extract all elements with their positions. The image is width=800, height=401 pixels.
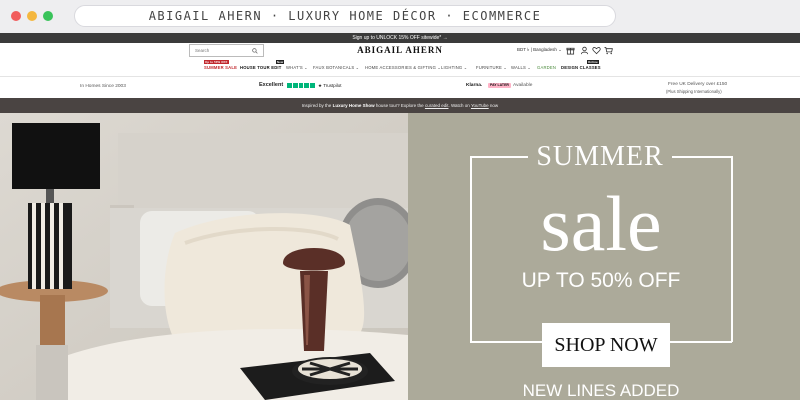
nav-item-home-accessories[interactable]: HOME ACCESSORIES & GIFTING ⌄ — [365, 65, 441, 70]
browser-chrome: ABIGAIL AHERN · LUXURY HOME DÉCOR · ECOM… — [0, 0, 800, 33]
nav-label: LIGHTING ⌄ — [441, 65, 468, 70]
cart-icon[interactable] — [604, 46, 613, 55]
nav-item-garden[interactable]: GARDEN — [537, 65, 556, 70]
youtube-link[interactable]: YouTube — [471, 103, 489, 108]
hero-subtitle: UP TO 50% OFF — [521, 269, 681, 292]
currency-selector[interactable]: BDT ৳ | Bangladesh ⌄ — [517, 47, 562, 54]
nav-item-furniture[interactable]: FURNITURE ⌄ — [476, 65, 507, 70]
nav-label: HOME ACCESSORIES & GIFTING ⌄ — [365, 65, 442, 70]
nav-label: SUMMER SALE — [204, 65, 238, 70]
shop-now-button[interactable]: SHOP NOW — [542, 323, 670, 367]
trustpilot-logo[interactable]: ★ Trustpilot — [318, 83, 342, 89]
site-logo[interactable]: ABIGAIL AHERN — [350, 45, 450, 55]
info-highlight: Luxury Home Show — [332, 103, 375, 108]
new-lines-text: NEW LINES ADDED — [522, 381, 680, 400]
info-text: Inspired by the — [301, 103, 332, 108]
main-navigation: Up to 50% OFF SUMMER SALE New HOUSE TOUR… — [0, 59, 800, 77]
search-icon[interactable] — [252, 48, 258, 54]
curated-edit-link[interactable]: curated edit — [425, 103, 449, 108]
nav-label: FAUX BOTANICALS ⌄ — [313, 65, 360, 70]
nav-item-faux-botanicals[interactable]: FAUX BOTANICALS ⌄ — [313, 65, 359, 70]
hero-photo — [0, 113, 408, 400]
in-homes-since: In Homes Since 2003 — [80, 84, 126, 89]
search-input[interactable]: Search — [189, 44, 264, 57]
address-bar[interactable]: ABIGAIL AHERN · LUXURY HOME DÉCOR · ECOM… — [74, 5, 616, 27]
nav-badge-new: New — [276, 60, 285, 64]
nav-label: WHAT'S ⌄ — [286, 65, 308, 70]
account-icon[interactable] — [580, 46, 589, 55]
nav-label: FURNITURE ⌄ — [476, 65, 508, 70]
nav-item-house-tour-edit[interactable]: New HOUSE TOUR EDIT — [240, 60, 285, 70]
delivery-info: Free UK Delivery over £150 — [668, 82, 728, 87]
info-text: house tour? Explore the — [375, 103, 424, 108]
nav-label: DESIGN CLASSES — [561, 65, 601, 70]
window-minimize-button[interactable] — [27, 11, 37, 21]
nav-item-whats[interactable]: WHAT'S ⌄ — [286, 65, 308, 70]
nav-badge-online: Online — [587, 60, 599, 64]
hero-heading: SUMMER — [528, 141, 672, 173]
nav-item-summer-sale[interactable]: Up to 50% OFF SUMMER SALE — [204, 60, 238, 70]
gift-icon[interactable] — [566, 46, 575, 55]
klarna-badge: PAY LATER — [488, 83, 511, 88]
info-banner: Inspired by the Luxury Home Show house t… — [0, 98, 800, 113]
nav-badge-sale: Up to 50% OFF — [204, 60, 229, 64]
search-placeholder: Search — [195, 48, 210, 53]
klarna-available[interactable]: Available — [513, 83, 532, 88]
info-text: . Watch on — [448, 103, 470, 108]
nav-item-lighting[interactable]: LIGHTING ⌄ — [441, 65, 467, 70]
usp-bar: In Homes Since 2003 Excellent ★ Trustpil… — [0, 77, 800, 98]
site-header: Search ABIGAIL AHERN BDT ৳ | Bangladesh … — [0, 43, 800, 59]
wishlist-heart-icon[interactable] — [592, 46, 601, 55]
nav-label: HOUSE TOUR EDIT — [240, 65, 282, 70]
nav-label: WALLS ⌄ — [511, 65, 532, 70]
trustpilot-stars-icon — [287, 83, 315, 88]
nav-item-walls[interactable]: WALLS ⌄ — [511, 65, 531, 70]
window-maximize-button[interactable] — [43, 11, 53, 21]
hero-title: sale — [540, 180, 662, 267]
bedroom-scene-image — [0, 113, 408, 400]
window-close-button[interactable] — [11, 11, 21, 21]
info-text: now — [489, 103, 499, 108]
nav-label: GARDEN — [537, 65, 557, 70]
trustpilot-rating[interactable]: Excellent — [259, 82, 283, 88]
nav-item-design-classes[interactable]: Online DESIGN CLASSES — [561, 60, 601, 70]
klarna-logo: Klarna. — [466, 83, 483, 88]
delivery-subinfo: (Plus Shipping Internationally) — [666, 89, 722, 94]
promo-banner[interactable]: Sign up to UNLOCK 15% OFF sitewide* → — [0, 33, 800, 43]
